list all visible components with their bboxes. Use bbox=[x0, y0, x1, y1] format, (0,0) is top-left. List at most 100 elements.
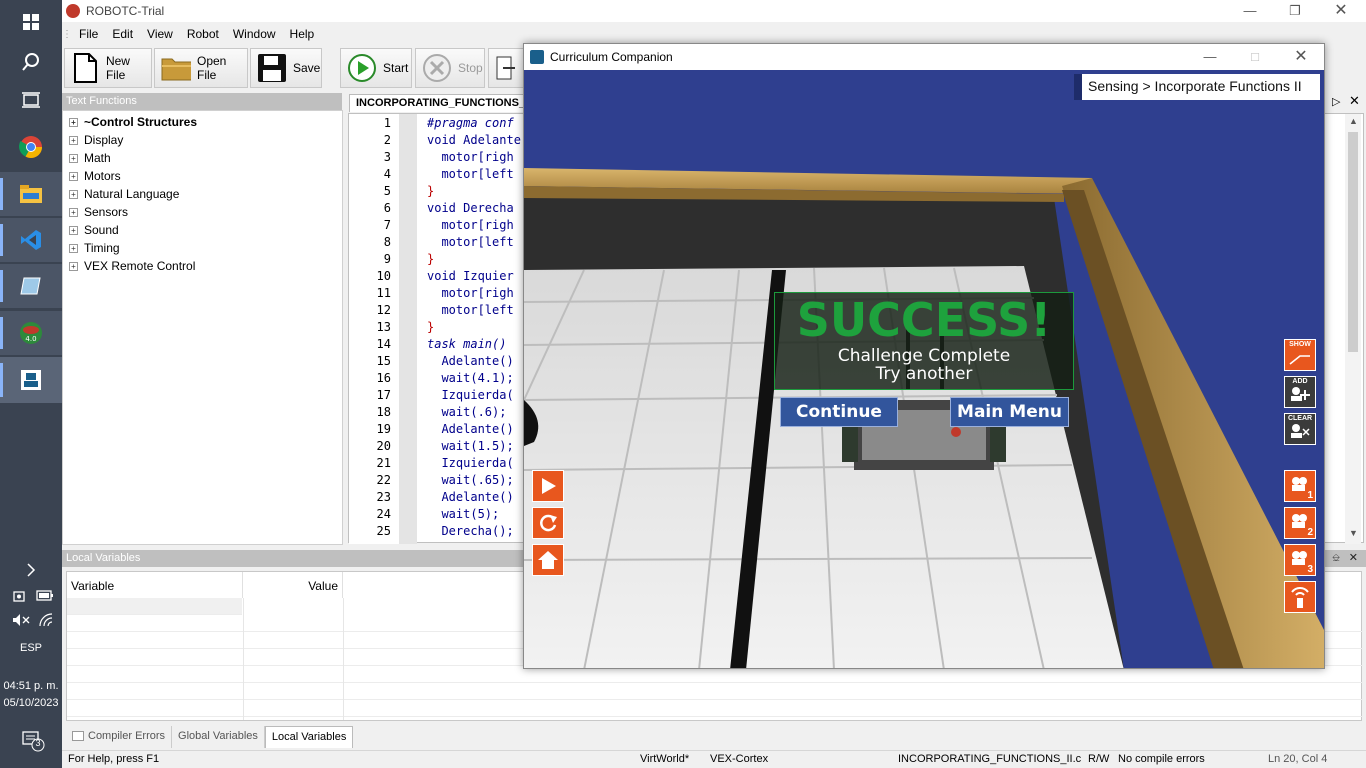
clock-date[interactable]: 05/10/2023 bbox=[0, 697, 62, 709]
editor-scrollbar[interactable]: ▲ ▼ bbox=[1345, 114, 1361, 544]
code-line[interactable]: Adelante() bbox=[427, 490, 513, 504]
volume-muted-icon[interactable] bbox=[12, 613, 30, 630]
main-menu-button[interactable]: Main Menu bbox=[950, 397, 1069, 427]
play-button[interactable] bbox=[532, 470, 564, 502]
tab-compiler-errors[interactable]: Compiler Errors bbox=[66, 726, 173, 748]
step-button[interactable] bbox=[488, 48, 524, 88]
curriculum-companion-taskbar-icon[interactable] bbox=[0, 357, 62, 403]
tree-item-motors[interactable]: + Motors bbox=[69, 167, 121, 185]
code-line[interactable]: } bbox=[427, 252, 434, 266]
code-line[interactable]: motor[left bbox=[427, 303, 513, 317]
app-icon[interactable] bbox=[0, 264, 62, 308]
continue-button[interactable]: Continue bbox=[780, 397, 898, 427]
clear-markers-button[interactable]: CLEAR bbox=[1284, 413, 1316, 445]
camera-1-button[interactable]: 1 bbox=[1284, 470, 1316, 502]
vscode-icon[interactable] bbox=[0, 218, 62, 262]
code-line[interactable]: wait(.65); bbox=[427, 473, 513, 487]
battery-icon[interactable] bbox=[36, 590, 54, 605]
code-line[interactable]: wait(1.5); bbox=[427, 439, 513, 453]
code-line[interactable]: Adelante() bbox=[427, 422, 513, 436]
code-line[interactable]: Adelante() bbox=[427, 354, 513, 368]
expand-icon[interactable]: + bbox=[69, 243, 78, 253]
file-explorer-icon[interactable] bbox=[0, 172, 62, 216]
open-file-button[interactable]: Open File bbox=[154, 48, 248, 88]
tab-local-variables[interactable]: Local Variables bbox=[264, 726, 354, 748]
windows-start-icon[interactable] bbox=[0, 0, 62, 44]
task-view-icon[interactable] bbox=[0, 78, 62, 122]
column-header-variable[interactable]: Variable bbox=[67, 572, 243, 598]
close-icon[interactable]: ✕ bbox=[1318, 0, 1364, 22]
expand-icon[interactable]: + bbox=[69, 135, 78, 145]
companion-minimize-icon[interactable]: — bbox=[1187, 46, 1233, 68]
tree-item-control-structures[interactable]: + ~Control Structures bbox=[69, 113, 197, 131]
pin-icon[interactable]: ⎒ bbox=[1332, 550, 1340, 567]
notifications-icon[interactable]: 3 bbox=[22, 730, 46, 755]
stop-button[interactable]: Stop bbox=[415, 48, 485, 88]
new-file-button[interactable]: New File bbox=[64, 48, 152, 88]
scroll-up-icon[interactable]: ▲ bbox=[1349, 116, 1358, 126]
robotc-4-icon[interactable]: 4.0 bbox=[0, 311, 62, 355]
code-line[interactable]: motor[righ bbox=[427, 150, 513, 164]
remote-control-button[interactable] bbox=[1284, 581, 1316, 613]
tab-global-variables[interactable]: Global Variables bbox=[172, 726, 265, 748]
tree-item-vex-remote-control[interactable]: + VEX Remote Control bbox=[69, 257, 195, 275]
editor-close-icon[interactable]: ✕ bbox=[1349, 93, 1360, 109]
clock-time[interactable]: 04:51 p. m. bbox=[0, 680, 62, 692]
home-button[interactable] bbox=[532, 544, 564, 576]
panel-close-icon[interactable]: ✕ bbox=[1349, 550, 1358, 567]
code-line[interactable]: } bbox=[427, 184, 434, 198]
virtual-world-scene[interactable]: Sensing > Incorporate Functions II SUCCE… bbox=[524, 70, 1324, 668]
companion-maximize-icon[interactable]: □ bbox=[1232, 46, 1278, 68]
tree-item-display[interactable]: + Display bbox=[69, 131, 123, 149]
menu-file[interactable]: File bbox=[72, 27, 105, 41]
code-line[interactable]: motor[righ bbox=[427, 218, 513, 232]
chrome-icon[interactable] bbox=[0, 125, 62, 169]
code-line[interactable]: motor[left bbox=[427, 167, 513, 181]
menu-help[interactable]: Help bbox=[283, 27, 322, 41]
restore-icon[interactable]: ❐ bbox=[1272, 0, 1318, 22]
minimize-icon[interactable]: — bbox=[1227, 0, 1273, 22]
code-line[interactable]: wait(5); bbox=[427, 507, 499, 521]
code-line[interactable]: #pragma conf bbox=[427, 116, 514, 130]
tree-item-sensors[interactable]: + Sensors bbox=[69, 203, 128, 221]
expand-icon[interactable]: + bbox=[69, 117, 78, 127]
start-button[interactable]: Start bbox=[340, 48, 412, 88]
code-line[interactable]: Derecha(); bbox=[427, 524, 513, 538]
code-line[interactable]: void Izquier bbox=[427, 269, 514, 283]
menu-window[interactable]: Window bbox=[226, 27, 283, 41]
companion-close-icon[interactable]: ✕ bbox=[1278, 46, 1324, 68]
add-marker-button[interactable]: ADD bbox=[1284, 376, 1316, 408]
camera-2-button[interactable]: 2 bbox=[1284, 507, 1316, 539]
code-line[interactable]: Izquierda( bbox=[427, 388, 513, 402]
code-line[interactable]: void Derecha bbox=[427, 201, 514, 215]
camera-icon[interactable] bbox=[13, 588, 29, 607]
code-line[interactable]: } bbox=[427, 320, 434, 334]
save-button[interactable]: Save bbox=[250, 48, 322, 88]
expand-icon[interactable]: + bbox=[69, 171, 78, 181]
reset-button[interactable] bbox=[532, 507, 564, 539]
code-line[interactable]: wait(4.1); bbox=[427, 371, 513, 385]
language-indicator[interactable]: ESP bbox=[0, 642, 62, 654]
code-line[interactable]: Izquierda( bbox=[427, 456, 513, 470]
wifi-icon[interactable] bbox=[38, 613, 54, 630]
code-line[interactable]: void Adelante bbox=[427, 133, 521, 147]
show-path-button[interactable]: SHOW bbox=[1284, 339, 1316, 371]
expand-icon[interactable]: + bbox=[69, 189, 78, 199]
code-line[interactable]: motor[left bbox=[427, 235, 513, 249]
tree-item-natural-language[interactable]: + Natural Language bbox=[69, 185, 179, 203]
menu-view[interactable]: View bbox=[140, 27, 180, 41]
camera-3-button[interactable]: 3 bbox=[1284, 544, 1316, 576]
expand-icon[interactable]: + bbox=[69, 207, 78, 217]
tab-scroll-right-icon[interactable]: ▷ bbox=[1332, 95, 1340, 108]
tree-item-timing[interactable]: + Timing bbox=[69, 239, 120, 257]
code-line[interactable]: wait(.6); bbox=[427, 405, 506, 419]
chevron-right-icon[interactable] bbox=[0, 552, 62, 588]
table-row[interactable] bbox=[67, 598, 242, 615]
column-header-value[interactable]: Value bbox=[243, 572, 343, 598]
expand-icon[interactable]: + bbox=[69, 261, 78, 271]
code-line[interactable]: task main() bbox=[427, 337, 506, 351]
tree-item-sound[interactable]: + Sound bbox=[69, 221, 119, 239]
expand-icon[interactable]: + bbox=[69, 225, 78, 235]
scroll-down-icon[interactable]: ▼ bbox=[1349, 528, 1358, 538]
tree-item-math[interactable]: + Math bbox=[69, 149, 111, 167]
